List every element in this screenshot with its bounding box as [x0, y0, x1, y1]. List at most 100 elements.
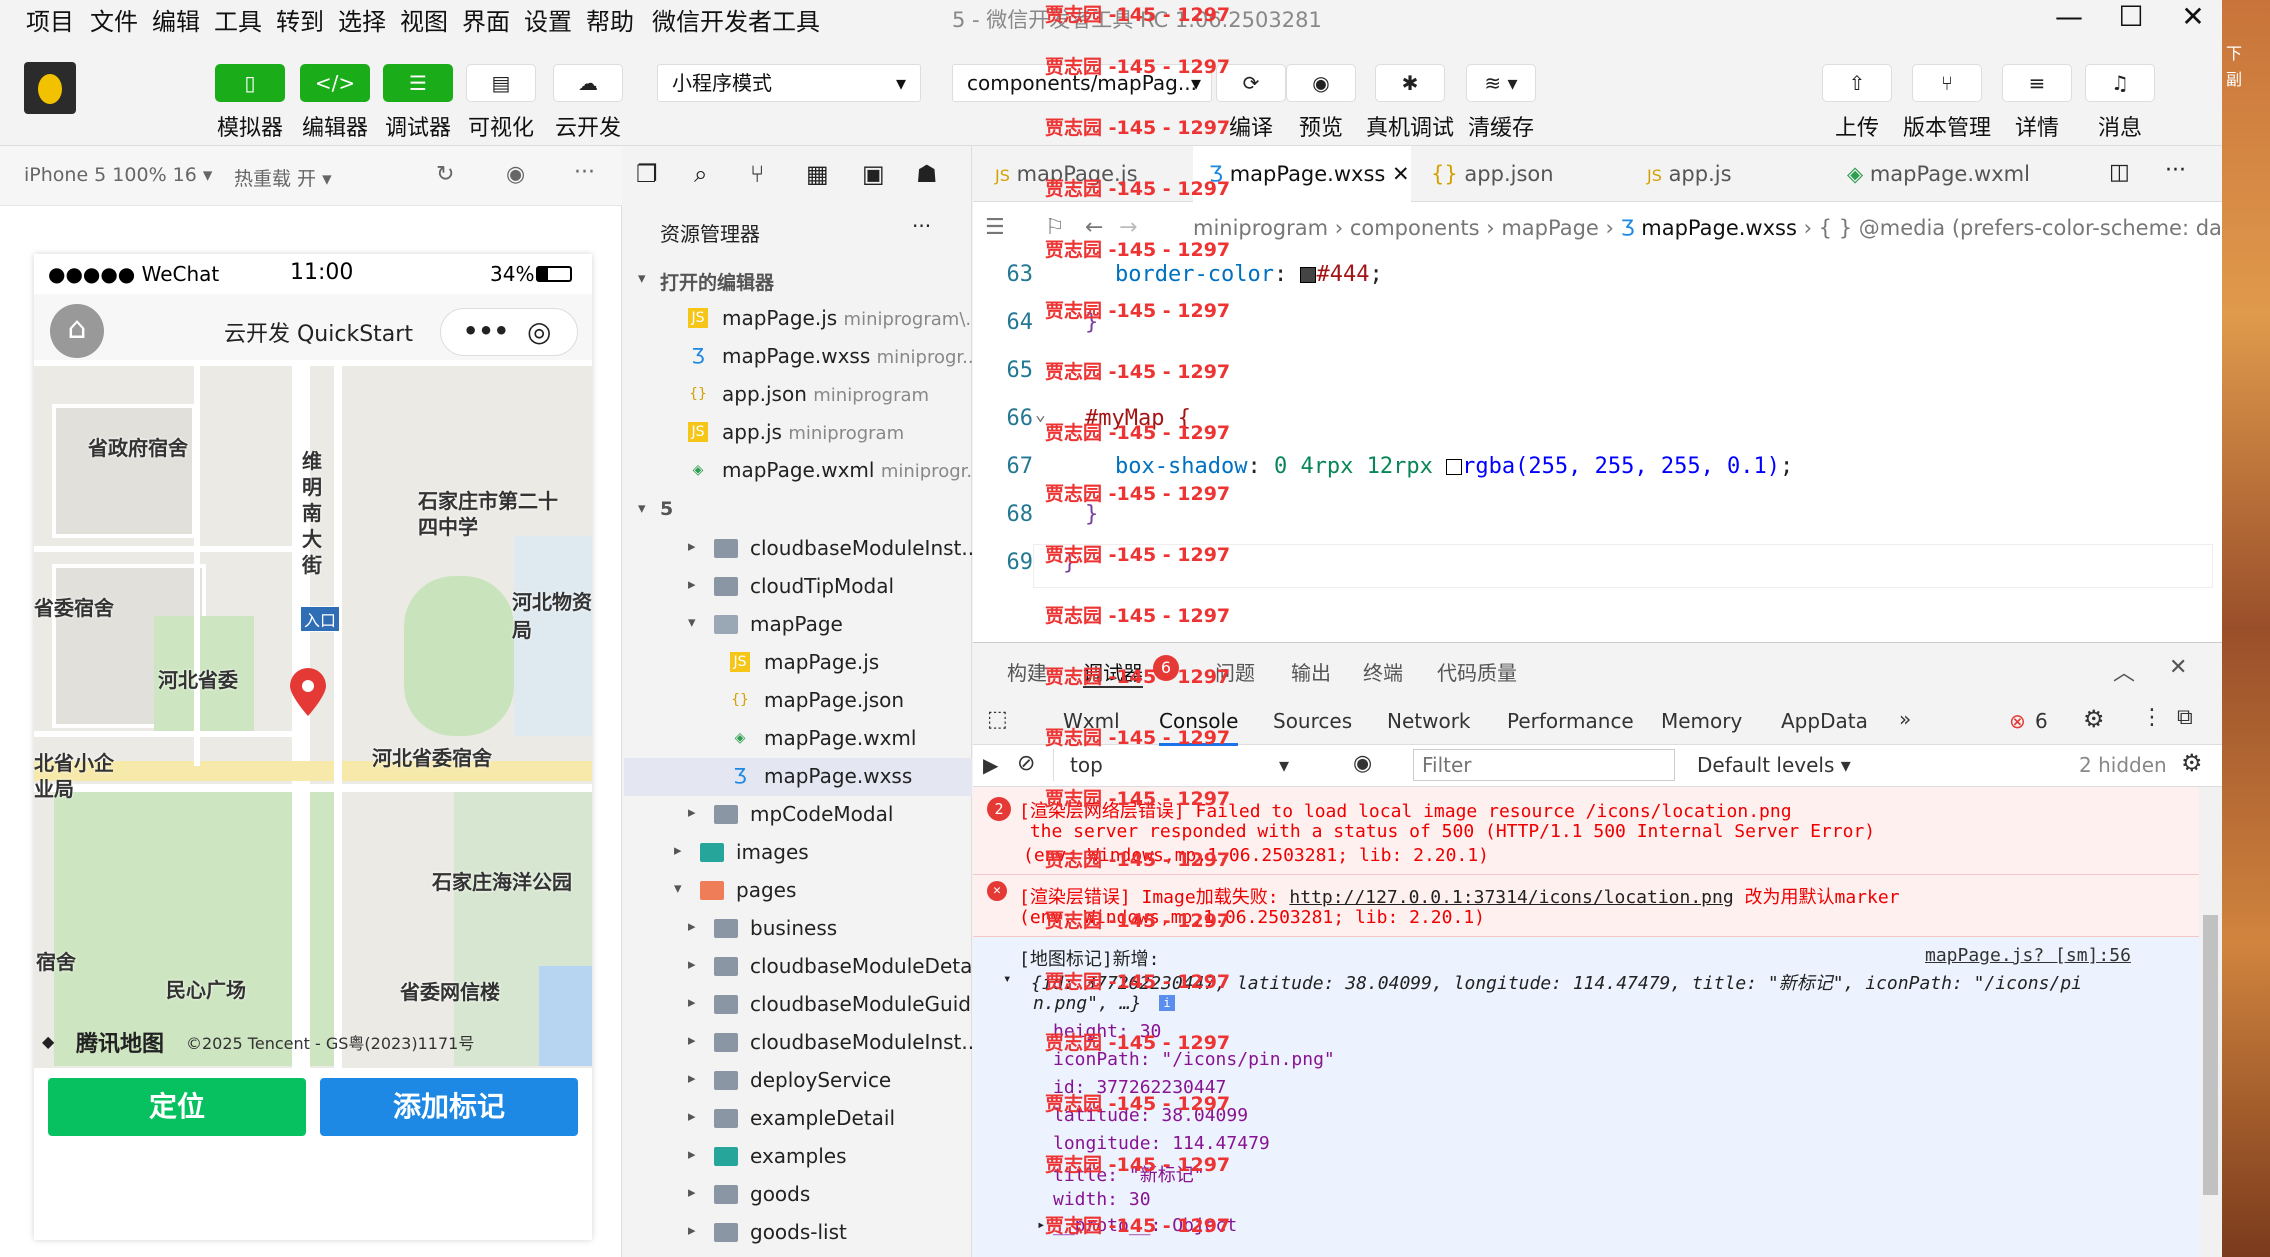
folder-item[interactable]: ▾ pages — [624, 872, 972, 910]
open-editor-item[interactable]: ƷmapPage.wxss miniprogr... — [624, 338, 972, 376]
kebab-menu-icon[interactable]: ⋮ — [2141, 705, 2163, 730]
menu-file[interactable]: 文件 — [90, 2, 138, 37]
sidebar-toggle-icon[interactable]: ▶ — [983, 753, 998, 777]
tab-output[interactable]: 输出 — [1291, 657, 1331, 686]
source-control-icon[interactable]: ⑂ — [750, 160, 764, 188]
folder-item[interactable]: ▸ business — [624, 910, 972, 948]
folder-item[interactable]: ▸ cloudbaseModuleInst... — [624, 530, 972, 568]
capsule-button[interactable]: ••• ◎ — [440, 308, 578, 356]
details-button[interactable]: ≡ — [2002, 64, 2072, 102]
maximize-icon[interactable]: ☐ — [2104, 0, 2158, 36]
tab-performance[interactable]: Performance — [1507, 709, 1634, 733]
close-target-icon[interactable]: ◎ — [527, 315, 551, 348]
scrollbar-thumb[interactable] — [2203, 915, 2218, 1195]
editor-more-icon[interactable]: ··· — [2165, 158, 2186, 183]
folder-item[interactable]: ▸ mpCodeModal — [624, 796, 972, 834]
open-editor-item[interactable]: {} app.json miniprogram — [624, 376, 972, 414]
settings-gear-icon[interactable]: ⚙ — [2083, 705, 2105, 733]
more-tabs-icon[interactable]: » — [1899, 707, 1911, 731]
tab-build[interactable]: 构建 — [1007, 657, 1047, 686]
console-filter-input[interactable] — [1413, 749, 1675, 781]
open-editor-item[interactable]: JS mapPage.js miniprogram\... — [624, 300, 972, 338]
log-source-link[interactable]: mapPage.js? [sm]:56 — [1925, 945, 2131, 966]
storage-icon[interactable]: ▣ — [862, 160, 885, 188]
console-scrollbar[interactable] — [2199, 787, 2222, 1257]
files-icon[interactable]: ❐ — [636, 160, 658, 188]
locate-button[interactable]: 定位 — [48, 1078, 306, 1136]
file-item[interactable]: {} mapPage.json — [624, 682, 972, 720]
add-marker-button[interactable]: 添加标记 — [320, 1078, 578, 1136]
menu-select[interactable]: 选择 — [338, 2, 386, 37]
version-button[interactable]: ⑂ — [1912, 64, 1982, 102]
expand-caret-icon[interactable]: ▾ — [1003, 971, 1011, 987]
editor-toggle[interactable]: </> — [300, 64, 370, 102]
live-expression-eye-icon[interactable]: ◉ — [1353, 751, 1372, 776]
inspect-icon[interactable]: ⬚ — [987, 707, 1008, 732]
preview-button[interactable]: ◉ — [1286, 64, 1356, 102]
collapse-icon[interactable]: ︿ — [2113, 655, 2135, 687]
menu-project[interactable]: 项目 — [26, 2, 74, 37]
menu-wechat-devtools[interactable]: 微信开发者工具 — [652, 2, 820, 37]
file-item-selected[interactable]: ƷmapPage.wxss — [624, 758, 972, 796]
search-icon[interactable]: ⌕ — [694, 160, 707, 188]
folder-item[interactable]: ▸ cloudbaseModuleInst... — [624, 1024, 972, 1062]
project-root[interactable]: ▾ 5 — [624, 492, 972, 530]
tab-app-json[interactable]: {} app.json — [1411, 146, 1631, 202]
info-icon[interactable]: i — [1159, 995, 1175, 1011]
menu-settings[interactable]: 设置 — [524, 2, 572, 37]
folder-item[interactable]: ▸ goods — [624, 1176, 972, 1214]
folder-item[interactable]: ▸ cloudbaseModuleGuide — [624, 986, 972, 1024]
extensions-icon[interactable]: ▦ — [806, 160, 829, 188]
hotreload-toggle[interactable]: 热重载 开 ▾ — [234, 164, 332, 191]
file-item[interactable]: JS mapPage.js — [624, 644, 972, 682]
docker-icon[interactable]: ☗ — [916, 160, 938, 188]
breadcrumb-path[interactable]: miniprogram › components › mapPage › Ʒ m… — [1193, 202, 2222, 254]
menu-goto[interactable]: 转到 — [276, 2, 324, 37]
messages-button[interactable]: ♫ — [2085, 64, 2155, 102]
tab-memory[interactable]: Memory — [1661, 709, 1742, 733]
tab-app-js[interactable]: JS app.js — [1631, 146, 1831, 202]
tab-mapPage-wxml[interactable]: ◈ mapPage.wxml — [1831, 146, 2061, 202]
folder-item[interactable]: ▸ cloudbaseModuleDetail — [624, 948, 972, 986]
menu-edit[interactable]: 编辑 — [152, 2, 200, 37]
open-editor-item[interactable]: JS app.js miniprogram — [624, 414, 972, 452]
mode-select[interactable]: 小程序模式 ▾ — [657, 64, 921, 102]
file-item[interactable]: ◈ mapPage.wxml — [624, 720, 972, 758]
minimize-icon[interactable]: — — [2042, 0, 2096, 36]
home-icon[interactable]: ⌂ — [50, 304, 104, 358]
menu-view[interactable]: 视图 — [400, 2, 448, 37]
folder-item[interactable]: ▸ deployService — [624, 1062, 972, 1100]
clear-console-icon[interactable]: ⊘ — [1017, 751, 1035, 776]
tab-sources[interactable]: Sources — [1273, 709, 1352, 733]
tab-code-quality[interactable]: 代码质量 — [1437, 657, 1517, 686]
rotate-icon[interactable]: ↻ — [436, 162, 454, 187]
tab-terminal[interactable]: 终端 — [1363, 657, 1403, 686]
explorer-more-icon[interactable]: ··· — [912, 214, 931, 238]
map-marker-icon[interactable] — [288, 668, 328, 718]
menu-help[interactable]: 帮助 — [586, 2, 634, 37]
close-window-icon[interactable]: ✕ — [2166, 0, 2220, 36]
more-dots-icon[interactable]: ••• — [463, 317, 509, 345]
tab-network[interactable]: Network — [1387, 709, 1471, 733]
folder-item[interactable]: ▸ examples — [624, 1138, 972, 1176]
tab-appdata[interactable]: AppData — [1781, 709, 1868, 733]
context-select[interactable]: top ▾ — [1053, 749, 1303, 781]
device-select[interactable]: iPhone 5 100% 16 ▾ — [24, 164, 212, 186]
folder-item[interactable]: ▸ images — [624, 834, 972, 872]
folder-item[interactable]: ▸ goods-list — [624, 1214, 972, 1252]
menu-tools[interactable]: 工具 — [214, 2, 262, 37]
more-icon[interactable]: ··· — [574, 160, 595, 185]
split-editor-icon[interactable]: ◫ — [2109, 160, 2130, 185]
debugger-toggle[interactable]: ☰ — [383, 64, 453, 102]
close-panel-icon[interactable]: ✕ — [2169, 655, 2187, 680]
log-levels-select[interactable]: Default levels ▾ — [1697, 753, 1851, 777]
close-tab-icon[interactable]: ✕ — [1392, 162, 1410, 186]
dock-icon[interactable]: ⧉ — [2177, 705, 2193, 730]
open-editor-item[interactable]: ◈mapPage.wxml miniprogr... — [624, 452, 972, 490]
folder-item[interactable]: ▸ cloudTipModal — [624, 568, 972, 606]
console-settings-icon[interactable]: ⚙ — [2181, 749, 2203, 777]
visual-toggle[interactable]: ▤ — [466, 64, 536, 102]
avatar[interactable] — [24, 62, 76, 114]
outline-icon[interactable]: ☰ — [985, 202, 1005, 254]
map-view[interactable]: 省政府宿舍 维明南大街 石家庄市第二十四中学 省委宿舍 河北物资局 入口 河北省… — [34, 366, 592, 1068]
